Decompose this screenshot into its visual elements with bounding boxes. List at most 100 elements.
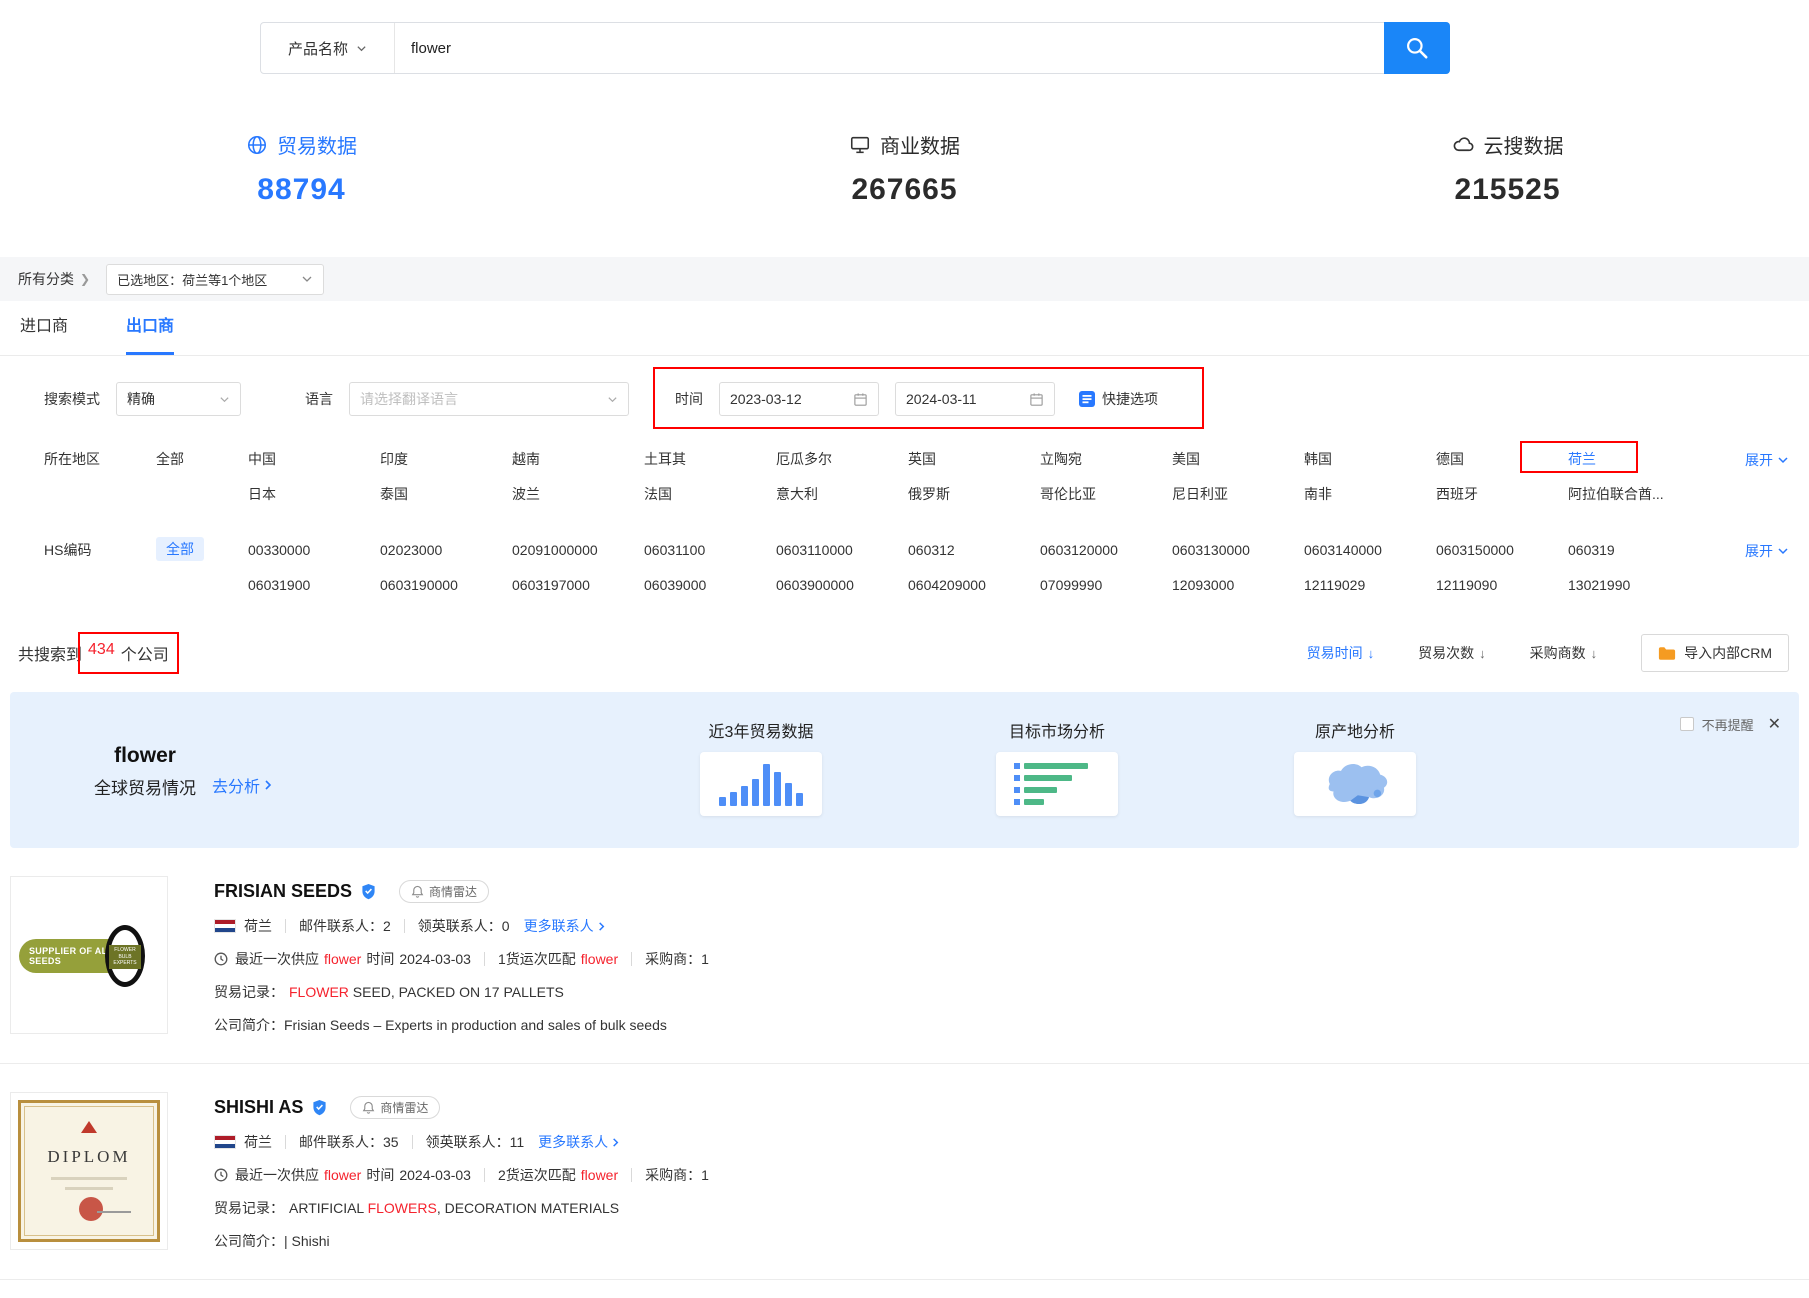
hs-option[interactable]: 13021990 — [1568, 572, 1700, 598]
hs-option[interactable]: 060319 — [1568, 537, 1700, 563]
hs-option[interactable]: 0604209000 — [908, 572, 1040, 598]
hs-option[interactable]: 00330000 — [248, 537, 380, 563]
category-band: 所有分类 ❯ 已选地区：荷兰等1个地区 — [0, 257, 1809, 301]
close-icon[interactable]: ✕ — [1768, 714, 1781, 734]
selected-region-dropdown[interactable]: 已选地区：荷兰等1个地区 — [106, 264, 324, 295]
hs-option[interactable]: 0603150000 — [1436, 537, 1568, 563]
dont-remind-checkbox[interactable] — [1680, 717, 1694, 731]
region-option[interactable]: 意大利 — [776, 481, 908, 507]
hs-option[interactable]: 0603190000 — [380, 572, 512, 598]
trade-record-text: , DECORATION MATERIALS — [437, 1200, 619, 1216]
region-option[interactable]: 英国 — [908, 446, 1040, 472]
region-expand-link[interactable]: 展开 — [1745, 446, 1789, 507]
buyer-label: 采购商： — [645, 1167, 701, 1183]
region-option[interactable]: 西班牙 — [1436, 481, 1568, 507]
stat-label: 云搜数据 — [1484, 130, 1564, 159]
certificate-signature — [97, 1211, 131, 1213]
region-option[interactable]: 泰国 — [380, 481, 512, 507]
category-select[interactable]: 产品名称 — [261, 23, 395, 73]
region-option[interactable]: 阿拉伯联合酋... — [1568, 481, 1700, 507]
hs-option[interactable]: 02023000 — [380, 537, 512, 563]
date-from-input[interactable]: 2023-03-12 — [719, 382, 879, 416]
calendar-icon — [853, 392, 868, 407]
company-logo[interactable]: DIPLOM — [10, 1092, 168, 1250]
linkedin-contacts-count: 0 — [502, 918, 510, 934]
language-select[interactable]: 请选择翻译语言 — [349, 382, 629, 416]
region-option[interactable]: 土耳其 — [644, 446, 776, 472]
region-option[interactable]: 哥伦比亚 — [1040, 481, 1172, 507]
date-to-input[interactable]: 2024-03-11 — [895, 382, 1055, 416]
more-contacts-link[interactable]: 更多联系人 — [524, 916, 607, 936]
company-intro-label: 公司简介： — [214, 1015, 284, 1035]
hs-option[interactable]: 02091000000 — [512, 537, 644, 563]
stat-business-data[interactable]: 商业数据 267665 — [603, 130, 1206, 207]
import-crm-button[interactable]: 导入内部CRM — [1641, 634, 1789, 672]
radar-badge[interactable]: 商情雷达 — [399, 880, 489, 903]
company-name[interactable]: FRISIAN SEEDS — [214, 881, 352, 902]
region-option[interactable]: 俄罗斯 — [908, 481, 1040, 507]
hs-option[interactable]: 12093000 — [1172, 572, 1304, 598]
region-option[interactable]: 中国 — [248, 446, 380, 472]
hs-option[interactable]: 06031100 — [644, 537, 776, 563]
breadcrumb[interactable]: 所有分类 — [18, 269, 74, 289]
banner-card-origin-analysis[interactable]: 原产地分析 — [1280, 718, 1430, 816]
hs-expand-link[interactable]: 展开 — [1745, 537, 1789, 598]
hs-option[interactable]: 06031900 — [248, 572, 380, 598]
hs-option[interactable]: 12119029 — [1304, 572, 1436, 598]
divider — [484, 952, 485, 966]
search-input[interactable] — [395, 23, 1385, 73]
region-option[interactable]: 日本 — [248, 481, 380, 507]
supply-date: 2024-03-03 — [399, 1167, 471, 1183]
banner-keyword: flower — [94, 744, 196, 768]
hs-option[interactable]: 0603110000 — [776, 537, 908, 563]
hs-option[interactable]: 12119090 — [1436, 572, 1568, 598]
sort-trade-count[interactable]: 贸易次数↓ — [1418, 643, 1486, 663]
banner-card-target-market[interactable]: 目标市场分析 — [982, 718, 1132, 816]
hs-option[interactable]: 060312 — [908, 537, 1040, 563]
region-option[interactable]: 印度 — [380, 446, 512, 472]
hs-option[interactable]: 0603120000 — [1040, 537, 1172, 563]
stat-cloud-data[interactable]: 云搜数据 215525 — [1206, 130, 1809, 207]
hs-option[interactable]: 06039000 — [644, 572, 776, 598]
hs-option[interactable]: 07099990 — [1040, 572, 1172, 598]
region-option[interactable]: 波兰 — [512, 481, 644, 507]
region-all-option[interactable]: 全部 — [156, 446, 248, 507]
region-option[interactable]: 立陶宛 — [1040, 446, 1172, 472]
sort-buyer-count[interactable]: 采购商数↓ — [1530, 643, 1598, 663]
radar-badge[interactable]: 商情雷达 — [350, 1096, 440, 1119]
bell-icon — [411, 885, 424, 898]
region-option[interactable]: 南非 — [1304, 481, 1436, 507]
region-option[interactable]: 尼日利亚 — [1172, 481, 1304, 507]
tab-importers[interactable]: 进口商 — [20, 301, 68, 355]
tab-exporters[interactable]: 出口商 — [126, 301, 174, 355]
search-mode-select[interactable]: 精确 — [116, 382, 241, 416]
more-contacts-link[interactable]: 更多联系人 — [538, 1132, 621, 1152]
hs-option[interactable]: 0603197000 — [512, 572, 644, 598]
banner-card-trade-data[interactable]: 近3年贸易数据 — [686, 718, 836, 816]
sort-trade-time[interactable]: 贸易时间↓ — [1307, 643, 1375, 663]
region-option[interactable]: 德国 — [1436, 446, 1568, 472]
date-from-value: 2023-03-12 — [730, 391, 853, 407]
region-option[interactable]: 韩国 — [1304, 446, 1436, 472]
company-name[interactable]: SHISHI AS — [214, 1097, 303, 1118]
region-option[interactable]: 法国 — [644, 481, 776, 507]
hs-all-option[interactable]: 全部 — [156, 537, 204, 561]
hs-option[interactable]: 0603130000 — [1172, 537, 1304, 563]
quick-options-button[interactable]: 快捷选项 — [1079, 389, 1158, 409]
region-option-selected[interactable]: 荷兰 — [1568, 451, 1596, 467]
data-source-stats: 贸易数据 88794 商业数据 267665 云搜数据 215525 — [0, 130, 1809, 207]
shield-icon — [361, 883, 376, 900]
region-option[interactable]: 美国 — [1172, 446, 1304, 472]
company-logo[interactable]: SUPPLIER OF ALL SEEDS FLOWER BULB EXPERT… — [10, 876, 168, 1034]
shipment-keyword: flower — [581, 951, 618, 967]
region-option[interactable]: 厄瓜多尔 — [776, 446, 908, 472]
analyze-link[interactable]: 去分析 — [212, 773, 274, 797]
search-button[interactable] — [1384, 22, 1450, 74]
hs-option[interactable]: 0603140000 — [1304, 537, 1436, 563]
region-option[interactable]: 越南 — [512, 446, 644, 472]
hs-option[interactable]: 0603900000 — [776, 572, 908, 598]
divider — [404, 919, 405, 933]
shipment-keyword: flower — [581, 1167, 618, 1183]
linkedin-contacts-label: 领英联系人： — [418, 918, 502, 934]
stat-trade-data[interactable]: 贸易数据 88794 — [0, 130, 603, 207]
